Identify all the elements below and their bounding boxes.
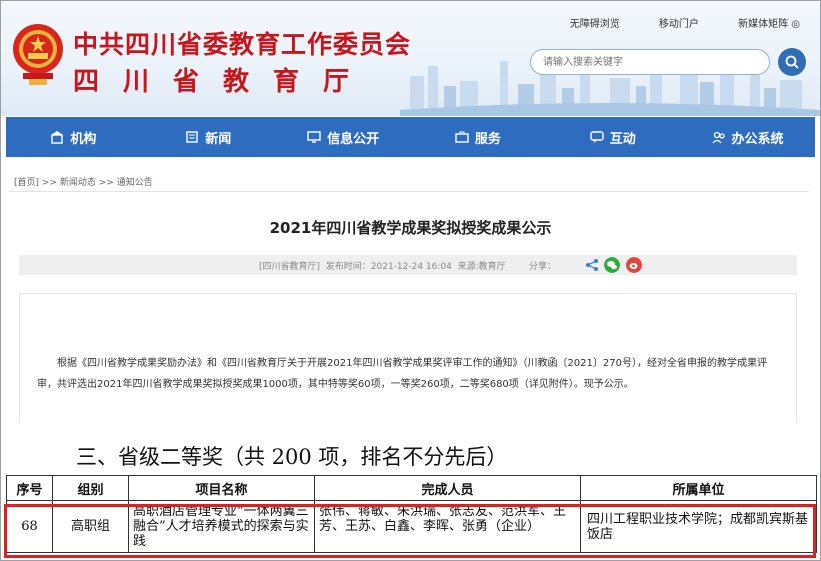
share-label: 分享： bbox=[529, 262, 557, 272]
wechat-icon[interactable] bbox=[604, 257, 620, 273]
search-button[interactable] bbox=[778, 48, 806, 76]
article-meta-bar: [四川省教育厅] 发布时间：2021-12-24 16:04 来源:教育厅 分享… bbox=[19, 255, 797, 275]
search-icon bbox=[785, 55, 799, 69]
award-table: 序号 组别 项目名称 完成人员 所属单位 68 高职组 高职酒店管理专业“一体两… bbox=[6, 475, 817, 553]
nav-item-interaction[interactable]: 互动 bbox=[545, 117, 680, 157]
column-header: 项目名称 bbox=[128, 475, 315, 501]
breadcrumb: [首页] >> 新闻动态 >> 通知公告 bbox=[14, 175, 153, 188]
breadcrumb-notices[interactable]: 通知公告 bbox=[117, 178, 153, 188]
table-header-row: 序号 组别 项目名称 完成人员 所属单位 bbox=[6, 475, 817, 501]
column-header: 序号 bbox=[6, 475, 53, 501]
column-header: 所属单位 bbox=[580, 475, 817, 501]
weibo-small-icon: ◎ bbox=[791, 19, 800, 30]
column-header: 组别 bbox=[52, 475, 129, 501]
briefcase-icon bbox=[455, 131, 469, 143]
city-skyline-illustration bbox=[400, 51, 820, 116]
cell-members-text: 张伟、蒋敏、朱洪瑞、张志友、范洪军、王芳、王苏、白鑫、李晖、张勇（企业） bbox=[319, 504, 567, 534]
monitor-icon bbox=[307, 131, 321, 143]
nav-item-info-disclosure[interactable]: 信息公开 bbox=[276, 117, 411, 157]
search-input[interactable] bbox=[541, 56, 745, 69]
new-media-link[interactable]: 新媒体矩阵 ◎ bbox=[738, 19, 800, 30]
building-icon bbox=[51, 131, 64, 144]
breadcrumb-separator: >> bbox=[98, 178, 114, 188]
share-icon[interactable] bbox=[584, 257, 600, 273]
attachment-document: 三、省级二等奖（共 200 项，排名不分先后） 序号 组别 项目名称 完成人员 … bbox=[6, 433, 818, 560]
chat-icon bbox=[590, 131, 604, 143]
article-publish-time: 发布时间：2021-12-24 16:04 bbox=[325, 262, 452, 272]
breadcrumb-separator: >> bbox=[41, 178, 57, 188]
nav-item-label: 办公系统 bbox=[731, 131, 784, 147]
site-header: 中共四川省委教育工作委员会 四川省教育厅 无障碍浏览 移动门户 新媒体矩阵 ◎ bbox=[1, 1, 820, 116]
table-row: 68 高职组 高职酒店管理专业“一体两翼三融合”人才培养模式的探索与实践 张伟、… bbox=[6, 500, 817, 553]
nav-item-news[interactable]: 新闻 bbox=[141, 117, 276, 157]
article-title: 2021年四川省教学成果奖拟授奖成果公示 bbox=[269, 219, 552, 237]
breadcrumb-home[interactable]: [首页] bbox=[14, 178, 39, 188]
article-meta-text: [四川省教育厅] 发布时间：2021-12-24 16:04 来源:教育厅 bbox=[259, 259, 506, 272]
site-title-committee: 中共四川省委教育工作委员会 bbox=[73, 30, 412, 59]
nav-item-organization[interactable]: 机构 bbox=[6, 117, 141, 157]
nav-item-label: 互动 bbox=[609, 131, 636, 147]
document-section-heading: 三、省级二等奖（共 200 项，排名不分先后） bbox=[76, 445, 508, 469]
cell-members: 张伟、蒋敏、朱洪瑞、张志友、范洪军、王芳、王苏、白鑫、李晖、张勇（企业） bbox=[314, 500, 581, 553]
main-nav: 机构 新闻 信息公开 服务 互动 办公系统 bbox=[6, 117, 815, 157]
browser-page: 中共四川省委教育工作委员会 四川省教育厅 无障碍浏览 移动门户 新媒体矩阵 ◎ … bbox=[0, 0, 821, 561]
nav-item-label: 新闻 bbox=[205, 131, 232, 147]
site-title-department: 四川省教育厅 bbox=[73, 67, 374, 97]
cell-project: 高职酒店管理专业“一体两翼三融合”人才培养模式的探索与实践 bbox=[128, 500, 315, 553]
nav-item-services[interactable]: 服务 bbox=[410, 117, 545, 157]
nav-item-label: 信息公开 bbox=[327, 131, 380, 147]
share-section: 分享： bbox=[529, 259, 556, 272]
weibo-icon[interactable] bbox=[626, 257, 642, 273]
top-links: 无障碍浏览 移动门户 新媒体矩阵 ◎ bbox=[534, 15, 800, 30]
article-paragraph: 根据《四川省教学成果奖励办法》和《四川省教育厅关于开展2021年四川省教学成果奖… bbox=[37, 358, 767, 390]
article-source: [四川省教育厅] bbox=[259, 262, 321, 272]
cell-project-text: 高职酒店管理专业“一体两翼三融合”人才培养模式的探索与实践 bbox=[133, 504, 309, 549]
cell-group: 高职组 bbox=[52, 500, 129, 553]
article-origin: 来源:教育厅 bbox=[457, 262, 506, 272]
news-icon bbox=[186, 131, 198, 143]
national-emblem-icon bbox=[13, 24, 63, 85]
search-box bbox=[530, 49, 770, 75]
users-icon bbox=[712, 131, 725, 144]
accessibility-link[interactable]: 无障碍浏览 bbox=[570, 19, 620, 30]
nav-item-label: 服务 bbox=[474, 131, 501, 147]
divider bbox=[9, 191, 809, 192]
nav-item-office-system[interactable]: 办公系统 bbox=[680, 117, 815, 157]
mobile-portal-link[interactable]: 移动门户 bbox=[659, 19, 699, 30]
cell-unit: 四川工程职业技术学院；成都凯宾斯基饭店 bbox=[580, 500, 817, 553]
nav-item-label: 机构 bbox=[70, 131, 97, 147]
breadcrumb-news[interactable]: 新闻动态 bbox=[60, 178, 96, 188]
cell-number: 68 bbox=[6, 500, 53, 553]
column-header: 完成人员 bbox=[314, 475, 581, 501]
